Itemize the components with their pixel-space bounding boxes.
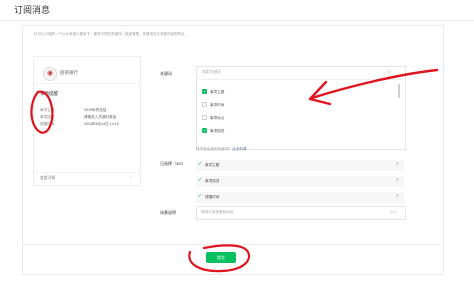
annotation-circle (188, 244, 251, 273)
annotation-arrow (310, 68, 439, 100)
annotation-circle (30, 90, 54, 134)
annotation-overlay (30, 68, 439, 273)
